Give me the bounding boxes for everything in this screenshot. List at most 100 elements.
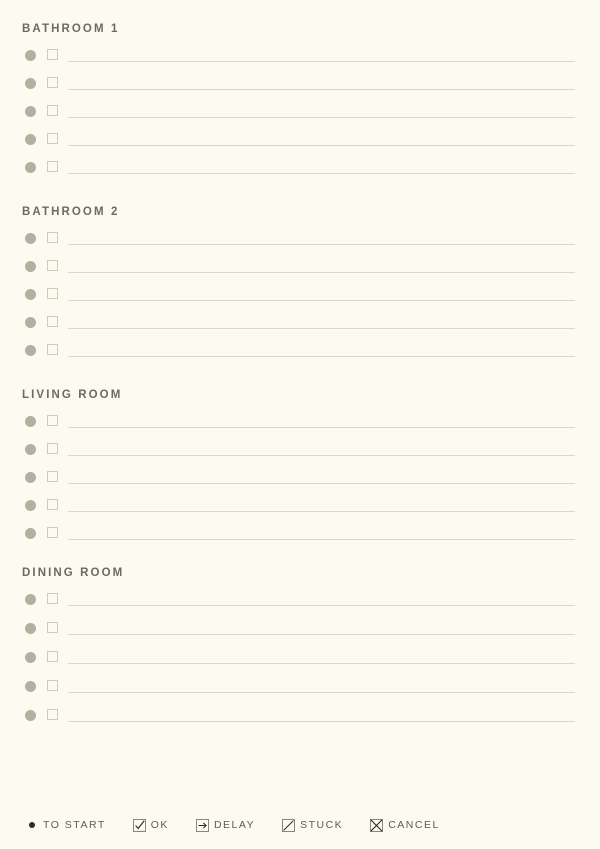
status-dot-icon[interactable]: [25, 472, 36, 483]
row-checkbox[interactable]: [47, 680, 58, 691]
row-checkbox[interactable]: [47, 344, 58, 355]
row-checkbox[interactable]: [47, 316, 58, 327]
row-checkbox[interactable]: [47, 232, 58, 243]
status-dot-icon[interactable]: [25, 162, 36, 173]
row-checkbox[interactable]: [47, 77, 58, 88]
write-in-line[interactable]: [68, 721, 575, 722]
status-dot-icon[interactable]: [25, 681, 36, 692]
write-in-line[interactable]: [68, 605, 575, 606]
write-in-line[interactable]: [68, 692, 575, 693]
write-in-line[interactable]: [68, 427, 575, 428]
status-dot-icon[interactable]: [25, 261, 36, 272]
checklist-row[interactable]: [0, 315, 600, 331]
checklist-row[interactable]: [0, 76, 600, 92]
row-checkbox[interactable]: [47, 133, 58, 144]
checklist-row[interactable]: [0, 592, 600, 608]
arrow-right-box-icon: [195, 818, 209, 832]
status-dot-icon[interactable]: [25, 500, 36, 511]
legend-item-to-start[interactable]: TO START: [25, 819, 106, 832]
row-checkbox[interactable]: [47, 709, 58, 720]
legend-item-cancel[interactable]: CANCEL: [370, 818, 440, 832]
row-checkbox[interactable]: [47, 288, 58, 299]
section-title: BATHROOM 1: [22, 23, 120, 35]
status-dot-icon[interactable]: [25, 345, 36, 356]
section-title: DINING ROOM: [22, 567, 125, 579]
diagonal-slash-box-icon: [282, 818, 296, 832]
status-dot-icon[interactable]: [25, 416, 36, 427]
checklist-row[interactable]: [0, 708, 600, 724]
row-checkbox[interactable]: [47, 622, 58, 633]
legend-label: TO START: [43, 819, 106, 831]
write-in-line[interactable]: [68, 663, 575, 664]
checklist-row[interactable]: [0, 470, 600, 486]
legend-item-delay[interactable]: DELAY: [195, 818, 256, 832]
write-in-line[interactable]: [68, 272, 575, 273]
write-in-line[interactable]: [68, 145, 575, 146]
status-dot-icon[interactable]: [25, 652, 36, 663]
cross-box-icon: [370, 818, 384, 832]
status-dot-icon[interactable]: [25, 594, 36, 605]
row-checkbox[interactable]: [47, 415, 58, 426]
status-dot-icon[interactable]: [25, 289, 36, 300]
write-in-line[interactable]: [68, 634, 575, 635]
checklist-page: BATHROOM 1 BATHROOM 2 LIVING ROOM DINING RO…: [0, 0, 600, 849]
write-in-line[interactable]: [68, 300, 575, 301]
checklist-row[interactable]: [0, 442, 600, 458]
status-dot-icon[interactable]: [25, 233, 36, 244]
checklist-row[interactable]: [0, 48, 600, 64]
row-checkbox[interactable]: [47, 499, 58, 510]
checklist-row[interactable]: [0, 679, 600, 695]
status-dot-icon[interactable]: [25, 623, 36, 634]
status-dot-icon[interactable]: [25, 50, 36, 61]
write-in-line[interactable]: [68, 173, 575, 174]
section-title: BATHROOM 2: [22, 206, 120, 218]
write-in-line[interactable]: [68, 244, 575, 245]
write-in-line[interactable]: [68, 356, 575, 357]
checklist-row[interactable]: [0, 104, 600, 120]
row-checkbox[interactable]: [47, 49, 58, 60]
status-legend: TO START OK DELAY STUCK CANCEL: [0, 815, 600, 835]
status-dot-icon[interactable]: [25, 528, 36, 539]
legend-item-ok[interactable]: OK: [132, 818, 169, 832]
row-checkbox[interactable]: [47, 443, 58, 454]
row-checkbox[interactable]: [47, 260, 58, 271]
row-checkbox[interactable]: [47, 471, 58, 482]
checklist-row[interactable]: [0, 287, 600, 303]
row-checkbox[interactable]: [47, 161, 58, 172]
checklist-row[interactable]: [0, 132, 600, 148]
status-dot-icon[interactable]: [25, 134, 36, 145]
checkmark-box-icon: [132, 818, 146, 832]
status-dot-icon[interactable]: [25, 710, 36, 721]
status-dot-icon[interactable]: [25, 78, 36, 89]
legend-label: CANCEL: [388, 819, 440, 831]
row-checkbox[interactable]: [47, 527, 58, 538]
row-checkbox[interactable]: [47, 651, 58, 662]
checklist-row[interactable]: [0, 621, 600, 637]
legend-item-stuck[interactable]: STUCK: [282, 818, 344, 832]
section-title: LIVING ROOM: [22, 389, 123, 401]
checklist-row[interactable]: [0, 160, 600, 176]
legend-label: DELAY: [213, 819, 256, 831]
write-in-line[interactable]: [68, 511, 575, 512]
legend-label: STUCK: [300, 819, 344, 831]
checklist-row[interactable]: [0, 259, 600, 275]
filled-dot-icon: [25, 819, 38, 832]
status-dot-icon[interactable]: [25, 444, 36, 455]
checklist-row[interactable]: [0, 231, 600, 247]
checklist-row[interactable]: [0, 498, 600, 514]
row-checkbox[interactable]: [47, 105, 58, 116]
status-dot-icon[interactable]: [25, 317, 36, 328]
checklist-row[interactable]: [0, 343, 600, 359]
write-in-line[interactable]: [68, 455, 575, 456]
checklist-row[interactable]: [0, 650, 600, 666]
checklist-row[interactable]: [0, 526, 600, 542]
write-in-line[interactable]: [68, 483, 575, 484]
write-in-line[interactable]: [68, 89, 575, 90]
write-in-line[interactable]: [68, 328, 575, 329]
row-checkbox[interactable]: [47, 593, 58, 604]
status-dot-icon[interactable]: [25, 106, 36, 117]
checklist-row[interactable]: [0, 414, 600, 430]
write-in-line[interactable]: [68, 61, 575, 62]
write-in-line[interactable]: [68, 539, 575, 540]
write-in-line[interactable]: [68, 117, 575, 118]
